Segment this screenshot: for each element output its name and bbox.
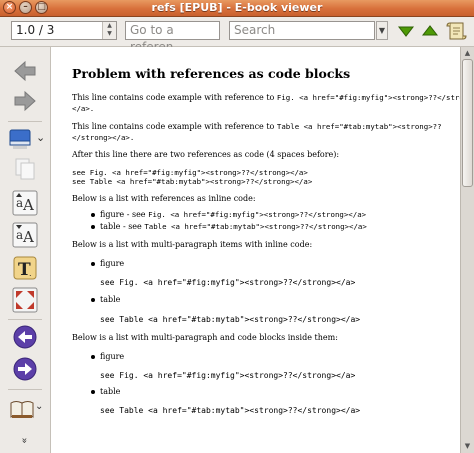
copy-icon[interactable] (12, 156, 38, 182)
code-block-line: see Table <a href="#tab:mytab"><strong>?… (100, 406, 361, 415)
paragraph: Below is a list with multi-paragraph and… (72, 333, 338, 342)
scrollbar-thumb[interactable] (462, 59, 473, 187)
list-item-paragraph: see Table <a href="#tab:mytab"><strong>?… (100, 315, 361, 324)
svg-text:.: . (29, 269, 32, 278)
svg-text:A: A (22, 196, 34, 214)
arrow-down-icon[interactable] (397, 22, 415, 40)
list-item: table (100, 295, 121, 304)
page-title: Problem with references as code blocks (72, 66, 351, 81)
more-icon[interactable]: » (19, 437, 30, 443)
previous-icon[interactable] (12, 324, 38, 350)
bullet (91, 262, 95, 266)
bullet (91, 390, 95, 394)
library-icon[interactable] (7, 126, 33, 152)
paragraph: This line contains code example with ref… (72, 122, 442, 131)
bullet (91, 213, 95, 217)
list-item: table - see Table <a href="#tab:mytab"><… (100, 222, 367, 231)
forward-icon[interactable] (12, 88, 38, 114)
bullet (91, 225, 95, 229)
paragraph: Below is a list with multi-paragraph ite… (72, 240, 313, 249)
sidebar-separator (8, 319, 42, 320)
library-dropdown[interactable]: ⌄ (36, 131, 45, 144)
sidebar-toolbar: ⌄ a A a A T . ⌄ » (0, 47, 51, 453)
page-position-spinbox[interactable]: 1.0 / 3 ▲ ▼ (11, 21, 117, 40)
page-position-value: 1.0 / 3 (16, 23, 55, 37)
bullet (91, 355, 95, 359)
back-icon[interactable] (12, 58, 38, 84)
bullet (91, 298, 95, 302)
window-title: refs [EPUB] - E-book viewer (151, 1, 323, 14)
list-item: figure - see Fig. <a href="#fig:myfig"><… (100, 210, 367, 219)
toolbar: 1.0 / 3 ▲▼ Go to a referen… Search ▼ (0, 17, 474, 54)
document-view[interactable]: Problem with references as code blocks T… (51, 47, 460, 453)
paragraph: Below is a list with references as inlin… (72, 194, 256, 203)
table-of-contents-icon[interactable] (9, 396, 35, 422)
search-input[interactable]: Search (229, 21, 375, 40)
toc-dropdown[interactable]: ⌄ (35, 401, 43, 412)
svg-text:A: A (22, 228, 34, 246)
font-size-larger-icon[interactable]: a A (12, 190, 38, 216)
list-item: figure (100, 259, 125, 268)
paragraph-continuation: </a>. (72, 104, 95, 113)
code-block-line: see Table <a href="#tab:mytab"><strong>?… (72, 177, 313, 186)
scroll-icon[interactable] (446, 20, 468, 42)
paragraph: After this line there are two references… (72, 150, 340, 159)
paragraph-continuation: </strong></a>. (72, 133, 135, 142)
font-size-smaller-icon[interactable]: a A (12, 222, 38, 248)
list-item: figure (100, 352, 125, 361)
sidebar-separator (8, 121, 42, 122)
window-titlebar: × – □ refs [EPUB] - E-book viewer (0, 0, 474, 17)
scroll-down-button[interactable]: ▼ (461, 440, 474, 452)
list-item-paragraph: see Fig. <a href="#fig:myfig"><strong>??… (100, 278, 356, 287)
goto-reference-input[interactable]: Go to a referen… (125, 21, 220, 54)
code-block-line: see Fig. <a href="#fig:myfig"><strong>??… (100, 371, 356, 380)
arrow-up-icon[interactable] (421, 22, 439, 40)
scroll-up-button[interactable]: ▲ (461, 47, 474, 59)
search-history-dropdown[interactable]: ▼ (376, 21, 388, 40)
list-item: table (100, 387, 121, 396)
toggle-font-icon[interactable]: T . (12, 255, 38, 281)
vertical-scrollbar[interactable]: ▲ ▼ (460, 47, 474, 453)
spin-buttons[interactable]: ▲ ▼ (102, 22, 116, 39)
paragraph: This line contains code example with ref… (72, 93, 460, 102)
fullscreen-icon[interactable] (12, 287, 38, 313)
next-icon[interactable] (12, 356, 38, 382)
sidebar-separator (8, 389, 42, 390)
